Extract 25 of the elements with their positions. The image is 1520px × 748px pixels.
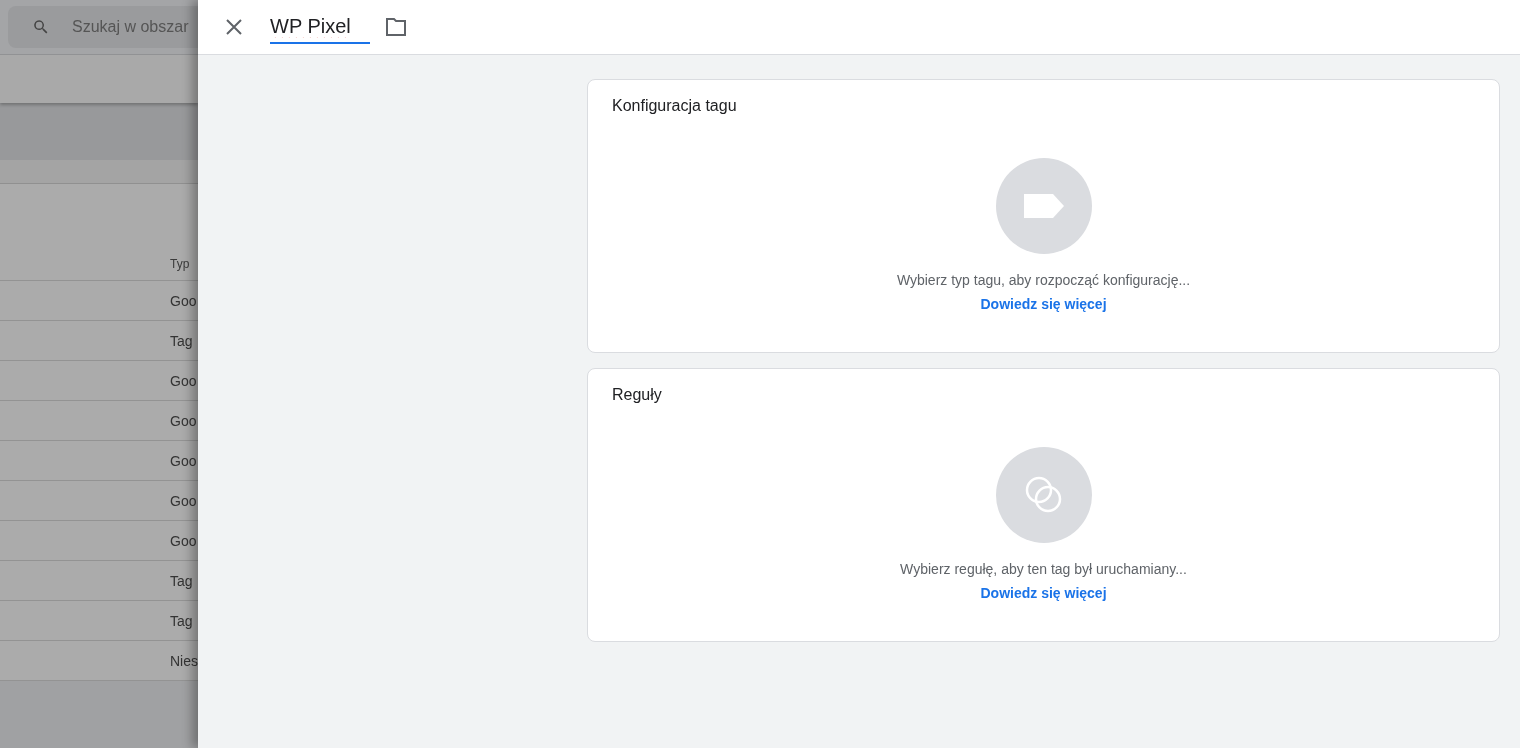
table-cell: Tag	[170, 612, 193, 629]
title-field[interactable]: WP Pixel	[270, 10, 370, 44]
table-cell: Goo	[170, 372, 197, 389]
folder-icon	[385, 18, 407, 36]
hint-text: Wybierz typ tagu, aby rozpocząć konfigurację...	[896, 272, 1191, 288]
tag-icon	[1022, 193, 1065, 219]
hint-text: Wybierz regułę, aby ten tag był uruchamiany...	[900, 561, 1187, 577]
learn-more-link[interactable]: Dowiedz się więcej	[980, 296, 1107, 312]
table-cell: Tag	[170, 332, 193, 349]
folder-button[interactable]	[384, 15, 408, 39]
table-cell: Tag	[170, 572, 193, 589]
close-icon	[226, 19, 242, 35]
card-title: Reguły	[612, 386, 663, 404]
table-cell: Goo	[170, 412, 197, 429]
search-icon	[32, 18, 50, 36]
search-field[interactable]: Szukaj w obszar	[8, 6, 198, 48]
overlapping-circles-icon	[1023, 475, 1064, 515]
card-title: Konfiguracja tagu	[612, 97, 738, 115]
table-cell: Goo	[170, 452, 197, 469]
learn-more-link[interactable]: Dowiedz się więcej	[980, 585, 1107, 601]
table-cell: Goo	[170, 532, 197, 549]
column-header: Typ	[170, 257, 190, 271]
table-cell: Goo	[170, 292, 197, 309]
table-cell: Nies	[170, 652, 198, 669]
table-cell: Goo	[170, 492, 197, 509]
